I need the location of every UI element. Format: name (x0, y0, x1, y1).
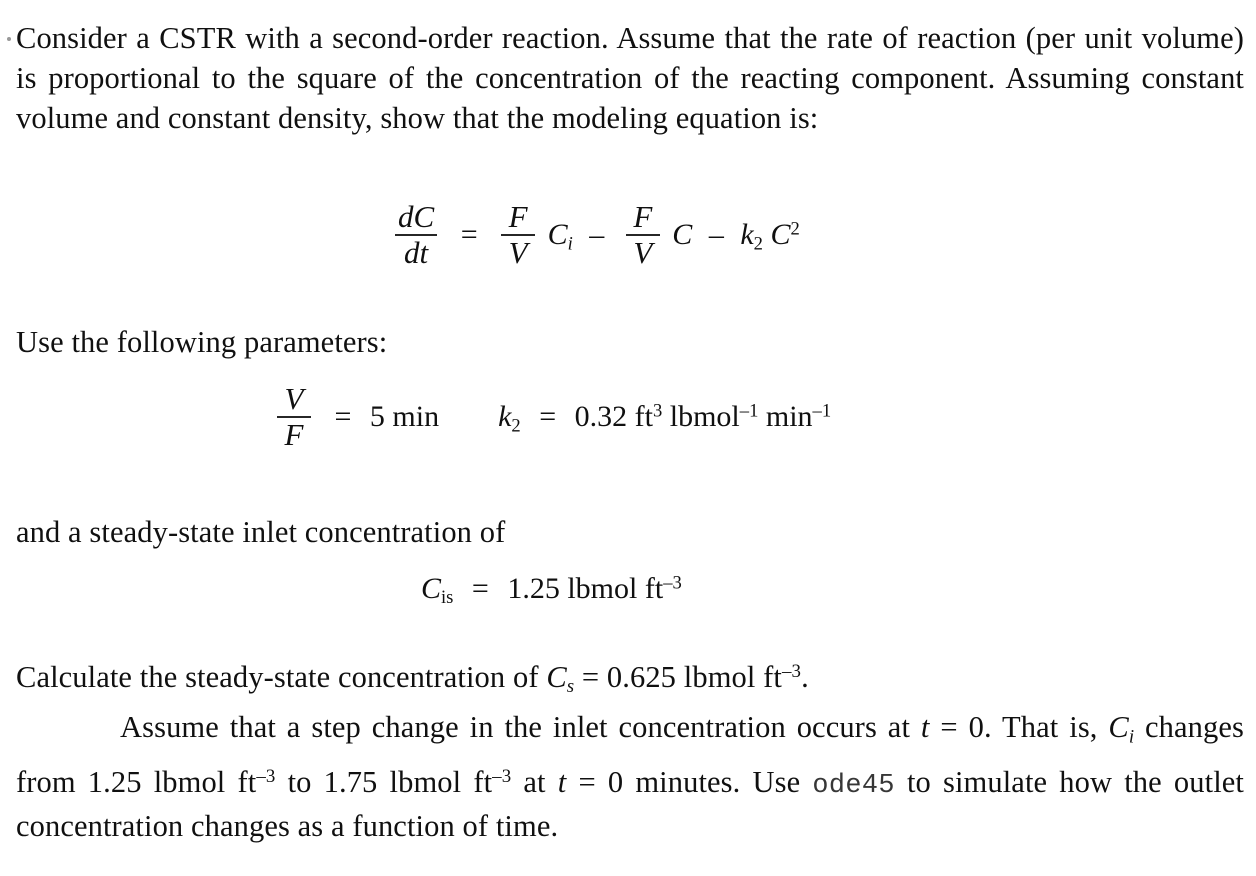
derivative-fraction: dC dt (395, 199, 438, 271)
rate-constant-symbol: k (740, 218, 754, 252)
cs-subscript: s (566, 676, 575, 698)
calculate-period: . (801, 659, 809, 694)
ci-symbol: C (1108, 710, 1129, 745)
calculate-paragraph: Calculate the steady-state concentration… (16, 652, 1244, 846)
derivative-numerator: dC (398, 199, 435, 234)
parameter-equation: V F = 5 min k2 = 0.32 ft3 lbmol–1 min–1 (272, 381, 832, 453)
assume-lead-text: Assume that a step change in the inlet c… (120, 710, 921, 745)
k2-symbol: k (498, 400, 512, 434)
cis-subscript: is (441, 587, 454, 609)
v-denominator-2: V (633, 235, 653, 271)
k2-subscript: 2 (511, 415, 521, 437)
f-numerator-1: F (508, 199, 528, 234)
ci-final-exponent: –3 (492, 766, 512, 788)
rate-constant-subscript: 2 (753, 233, 763, 255)
equals-sign: = (940, 710, 958, 745)
equals-sign: = (471, 572, 489, 605)
k2-unit-lbmol: lbmol (669, 400, 740, 434)
cis-unit: lbmol ft (567, 572, 664, 605)
derivative-denominator: dt (404, 235, 429, 271)
changes-mid-text: to 1.75 lbmol ft (275, 765, 493, 800)
cis-unit-exponent: –3 (663, 572, 682, 594)
k2-unit-ft: ft (634, 400, 653, 434)
cs-unit: lbmol ft (683, 659, 782, 694)
cs-unit-exponent: –3 (782, 661, 802, 682)
inlet-concentration-equation: Cis = 1.25 lbmol ft–3 (421, 572, 682, 609)
intro-paragraph: Consider a CSTR with a second-order reac… (16, 18, 1244, 138)
equals-sign: = (460, 218, 478, 252)
k2-unit-ft-exponent: 3 (652, 400, 663, 422)
modeling-equation: dC dt = F V Ci – F V C – k2 C2 (390, 199, 800, 271)
f-over-v-fraction-2: F V (625, 199, 660, 271)
k2-value: 0.32 (574, 400, 628, 434)
v-over-f-fraction: V F (277, 381, 311, 453)
assume-mid-text: . That is, (983, 710, 1109, 745)
equals-sign: = (539, 400, 557, 434)
minus-sign-1: – (589, 218, 605, 252)
concentration-squared-symbol: C (770, 218, 791, 252)
equals-sign: = (334, 400, 352, 434)
f-denominator: F (284, 417, 304, 453)
cis-symbol: C (421, 572, 442, 605)
cis-value: 1.25 (507, 572, 560, 605)
changes-tail-text: minutes. Use (623, 765, 813, 800)
concentration-exponent: 2 (790, 218, 800, 240)
f-over-v-fraction-1: F V (501, 199, 536, 271)
calculate-lead-text: Calculate the steady-state concentration… (16, 659, 547, 694)
ci-initial-exponent: –3 (256, 766, 276, 788)
inlet-concentration-symbol: C (547, 218, 568, 252)
use-parameters-text: Use the following parameters: (16, 325, 388, 359)
inlet-paragraph: and a steady-state inlet concentration o… (16, 512, 1244, 552)
cs-value: 0.625 (606, 659, 677, 694)
cs-symbol: C (546, 659, 567, 694)
assume-line: Assume that a step change in the inlet c… (16, 707, 1244, 846)
calculate-line: Calculate the steady-state concentration… (16, 652, 1244, 707)
k2-unit-lbmol-exponent: –1 (739, 400, 759, 422)
v-denominator-1: V (508, 235, 528, 271)
inlet-concentration-subscript: i (567, 233, 573, 255)
equals-sign: = (581, 659, 600, 694)
residence-time-value: 5 min (369, 400, 440, 434)
f-numerator-2: F (633, 199, 653, 234)
intro-paragraph-text: Consider a CSTR with a second-order reac… (16, 21, 1244, 135)
use-parameters-paragraph: Use the following parameters: (16, 322, 1244, 362)
scanned-page: Consider a CSTR with a second-order reac… (0, 0, 1256, 876)
concentration-symbol: C (672, 218, 693, 252)
changes-at-text: at (511, 765, 558, 800)
inlet-paragraph-text: and a steady-state inlet concentration o… (16, 515, 506, 549)
minus-sign-2: – (708, 218, 724, 252)
ode45-solver-name: ode45 (812, 771, 895, 802)
v-numerator: V (284, 381, 304, 416)
scan-speck-artifact (7, 37, 11, 41)
time-symbol: t (557, 765, 567, 800)
k2-unit-min-exponent: –1 (812, 400, 832, 422)
equals-sign: = (578, 765, 596, 800)
k2-unit-min: min (765, 400, 813, 434)
step-time-value: 0 (968, 710, 984, 745)
time-symbol: t (920, 710, 930, 745)
step-time-value: 0 (607, 765, 624, 800)
